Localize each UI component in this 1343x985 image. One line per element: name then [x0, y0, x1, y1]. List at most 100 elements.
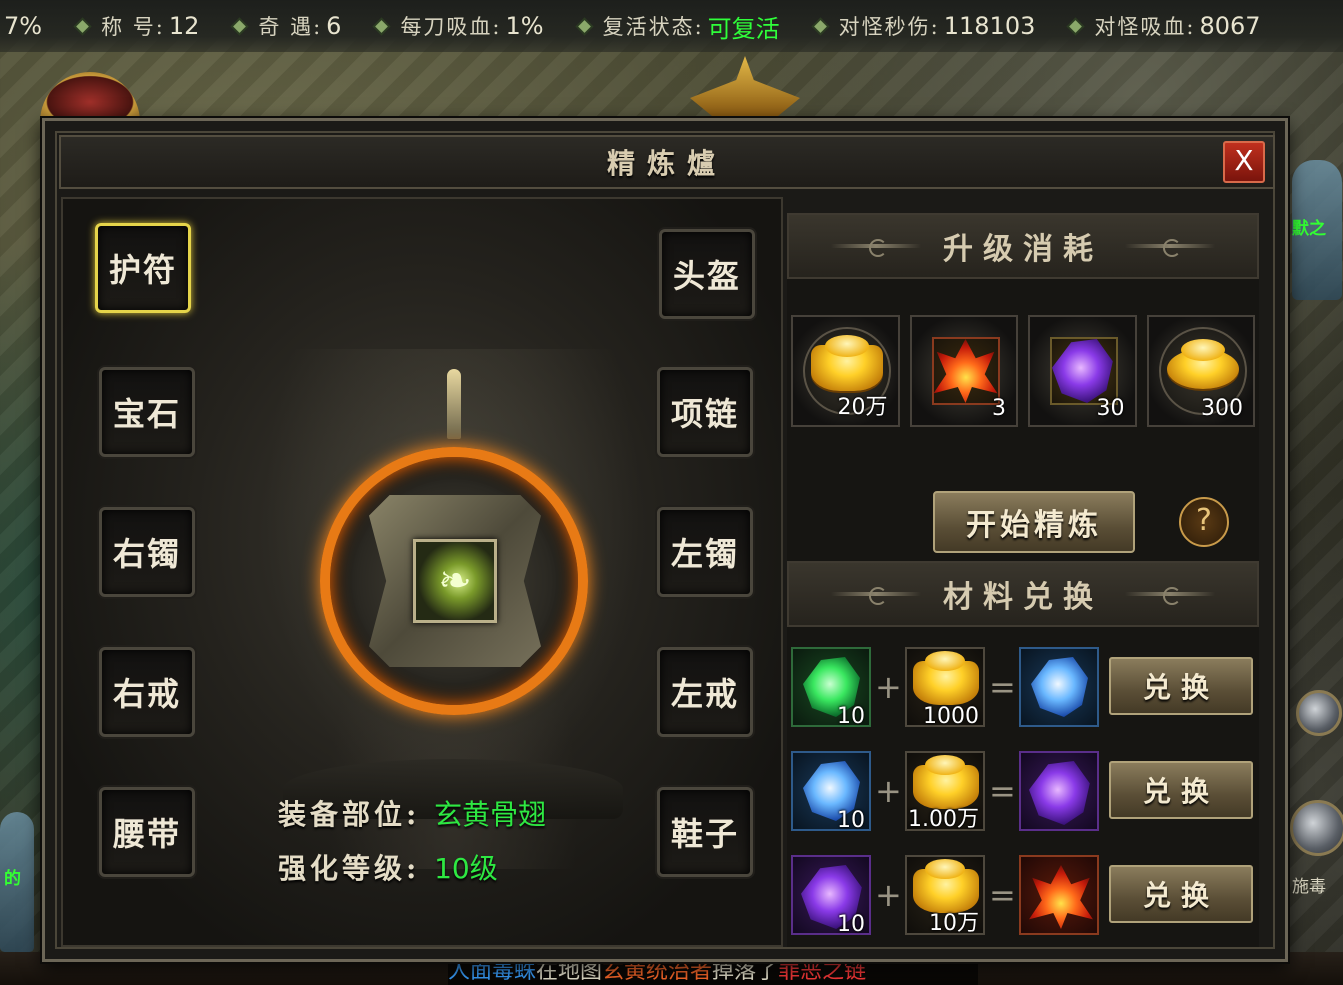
- slot-belt[interactable]: 腰带: [99, 787, 195, 877]
- exchange-input-slot[interactable]: 10: [791, 647, 871, 729]
- diamond-icon: [577, 19, 591, 33]
- purple-crystal-icon: [1029, 761, 1090, 825]
- equals-icon: =: [989, 876, 1016, 914]
- stat-percent-value: 7%: [4, 12, 43, 40]
- diamond-icon: [233, 19, 247, 33]
- equip-part-info: 装备部位: 玄黄骨翅: [278, 793, 546, 833]
- stat-percent: 7%: [0, 12, 42, 40]
- exchange-output-slot[interactable]: [1019, 647, 1099, 727]
- stat-lifesteal: 每刀吸血: 1%: [369, 11, 544, 41]
- gold-ingot-icon: [913, 651, 979, 705]
- exchange-input-slot[interactable]: 10: [791, 855, 871, 937]
- stat-encounter-label: 奇 遇:: [258, 15, 323, 39]
- stat-dps-value: 118103: [943, 12, 1036, 40]
- equip-part-label: 装备部位:: [278, 798, 421, 831]
- slot-left-ring[interactable]: 左戒: [657, 647, 753, 737]
- exchange-gold-qty: 1.00万: [908, 807, 979, 832]
- exchange-output-slot[interactable]: [1019, 855, 1099, 935]
- enhance-level-label: 强化等级:: [278, 852, 421, 885]
- bone-wing-icon: ❧: [438, 558, 472, 604]
- exchange-output-slot[interactable]: [1019, 751, 1099, 831]
- gold-ingot-icon: [811, 335, 883, 391]
- stat-dps-label: 对怪秒伤:: [838, 15, 940, 39]
- diamond-icon: [1069, 19, 1083, 33]
- npc-name-tag-left: 的: [4, 869, 21, 889]
- diamond-icon: [375, 19, 389, 33]
- exchange-gold-slot[interactable]: 10万: [905, 855, 985, 936]
- upgrade-cost-items: 20万 3 30 300: [791, 315, 1255, 427]
- plus-icon: +: [875, 772, 902, 810]
- slot-right-bracelet[interactable]: 右镯: [99, 507, 195, 597]
- stat-encounter-value: 6: [326, 12, 342, 40]
- cost-item-gold[interactable]: 20万: [791, 315, 900, 427]
- exchange-row: 10 + 10万 = 兑换: [791, 855, 1255, 937]
- stat-dps: 对怪秒伤: 118103: [808, 11, 1036, 41]
- slot-right-ring[interactable]: 右戒: [99, 647, 195, 737]
- dialog-titlebar: 精炼爐 X: [59, 135, 1275, 189]
- close-button[interactable]: X: [1223, 141, 1265, 183]
- cost-qty: 3: [992, 396, 1006, 421]
- selected-equipment-slot[interactable]: ❧: [413, 539, 497, 623]
- gold-coins-icon: [1166, 339, 1239, 389]
- slot-amulet[interactable]: 护符: [95, 223, 191, 313]
- exchange-gold-slot[interactable]: 1.00万: [905, 751, 985, 832]
- exchange-input-qty: 10: [837, 808, 865, 833]
- scroll-ornament-icon: [831, 239, 921, 257]
- stat-monster-lifesteal: 对怪吸血: 8067: [1063, 11, 1261, 41]
- start-refine-button[interactable]: 开始精炼: [933, 491, 1135, 553]
- stat-revive-label: 复活状态:: [602, 15, 704, 39]
- blue-crystal-icon: [1031, 657, 1088, 717]
- exchange-button[interactable]: 兑换: [1109, 761, 1253, 819]
- chat-text: 掉落了: [712, 959, 779, 984]
- enhance-level-value: 10级: [434, 852, 498, 885]
- scroll-ornament-icon: [1125, 239, 1215, 257]
- stat-title-label: 称 号:: [101, 15, 165, 39]
- exchange-input-qty: 10: [837, 912, 865, 937]
- furnace-spike: [447, 369, 461, 439]
- slot-helmet[interactable]: 头盔: [659, 229, 755, 319]
- cost-qty: 300: [1201, 396, 1243, 421]
- skill-orb-icon[interactable]: [1290, 800, 1343, 856]
- chat-map-name: 玄黄统治者: [602, 959, 713, 984]
- exchange-row: 10 + 1000 = 兑换: [791, 647, 1255, 729]
- enhance-level-info: 强化等级: 10级: [278, 847, 498, 887]
- help-button[interactable]: ?: [1179, 497, 1229, 547]
- exchange-button[interactable]: 兑换: [1109, 657, 1253, 715]
- upgrade-cost-title: 升级消耗: [943, 232, 1103, 267]
- exchange-gold-qty: 1000: [923, 704, 979, 729]
- plus-icon: +: [875, 668, 902, 706]
- stat-revive-value: 可复活: [707, 14, 780, 43]
- material-exchange-header: 材料兑换: [787, 561, 1259, 627]
- stat-title-value: 12: [168, 12, 200, 40]
- cost-qty: 30: [1096, 396, 1125, 421]
- slot-shoes[interactable]: 鞋子: [657, 787, 753, 877]
- stat-monster-lifesteal-label: 对怪吸血:: [1094, 15, 1196, 39]
- dialog-title: 精炼爐: [606, 147, 727, 180]
- exchange-gold-slot[interactable]: 1000: [905, 647, 985, 729]
- cost-item-purple-crystal[interactable]: 30: [1028, 315, 1137, 427]
- material-exchange-title: 材料兑换: [943, 580, 1103, 615]
- skill-orb-icon[interactable]: [1296, 690, 1342, 736]
- cost-item-gold-coins[interactable]: 300: [1146, 315, 1255, 427]
- equals-icon: =: [989, 668, 1016, 706]
- skill-orb-label: 施毒: [1292, 877, 1326, 897]
- slot-left-bracelet[interactable]: 左镯: [657, 507, 753, 597]
- exchange-gold-qty: 10万: [929, 911, 979, 936]
- upgrade-cost-header: 升级消耗: [787, 213, 1259, 279]
- npc-name-tag-right: 默之: [1292, 219, 1326, 239]
- stat-lifesteal-label: 每刀吸血:: [400, 15, 502, 39]
- plus-icon: +: [875, 876, 902, 914]
- exchange-button[interactable]: 兑换: [1109, 865, 1253, 923]
- equals-icon: =: [989, 772, 1016, 810]
- equip-part-value: 玄黄骨翅: [434, 798, 547, 831]
- stat-monster-lifesteal-value: 8067: [1199, 12, 1261, 40]
- cost-item-red-crystal[interactable]: 3: [909, 315, 1018, 427]
- chat-item-name: 罪恶之链: [778, 959, 867, 984]
- exchange-input-slot[interactable]: 10: [791, 751, 871, 833]
- chat-text: 在地图: [536, 959, 603, 984]
- diamond-icon: [813, 19, 827, 33]
- diamond-icon: [76, 19, 89, 33]
- slot-necklace[interactable]: 项链: [657, 367, 753, 457]
- stat-encounter: 奇 遇: 6: [227, 11, 341, 41]
- slot-gem[interactable]: 宝石: [99, 367, 195, 457]
